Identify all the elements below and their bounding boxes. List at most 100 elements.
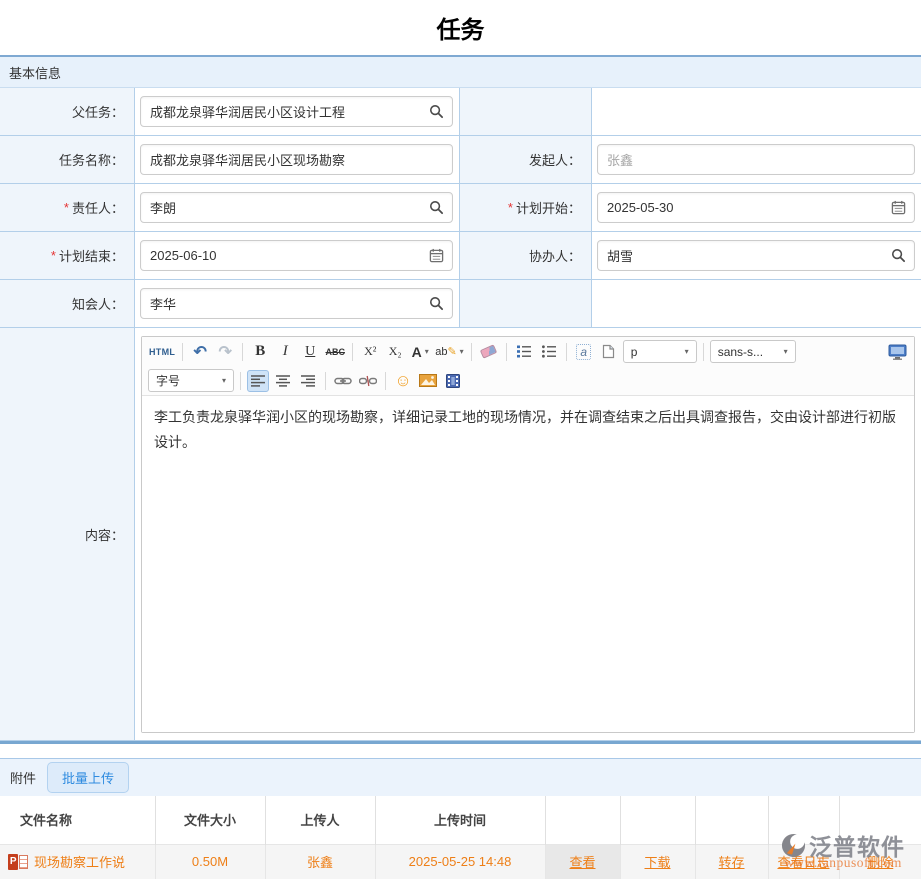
toolbar-separator: [566, 343, 567, 361]
task-name-label: 任务名称：: [0, 136, 135, 184]
ordered-list-icon[interactable]: [513, 341, 535, 363]
search-icon[interactable]: [428, 103, 445, 120]
editor-toolbar-row-1: HTML ↶ ↷ B I U ABC X² X₂ A▾ ab✎▾: [142, 337, 914, 366]
col-file-name: 文件名称: [0, 796, 155, 844]
calendar-icon[interactable]: [890, 199, 907, 216]
insert-image-icon[interactable]: [417, 370, 439, 392]
delete-link[interactable]: 删除: [867, 855, 893, 870]
view-log-link[interactable]: 查看日志: [777, 855, 829, 870]
file-name-cell: P 现场勘察工作说: [0, 844, 155, 879]
col-upload-time: 上传时间: [375, 796, 545, 844]
basic-info-title: 基本信息: [9, 63, 61, 82]
file-size: 0.50M: [155, 844, 265, 879]
chevron-down-icon: ▾: [425, 347, 429, 356]
basic-info-form: 父任务： 任务名称： 发起人：: [0, 88, 921, 744]
view-link[interactable]: 查看: [569, 855, 595, 870]
plan-end-label: * 计划结束：: [0, 232, 135, 280]
fullscreen-monitor-icon[interactable]: [886, 341, 908, 363]
batch-upload-button[interactable]: 批量上传: [47, 762, 129, 793]
plan-start-label: * 计划开始：: [460, 184, 592, 232]
co-organizer-input[interactable]: [597, 240, 915, 271]
undo-icon[interactable]: ↶: [189, 341, 211, 363]
editor-toolbar-row-2: 字号▾: [142, 366, 914, 396]
task-name-input[interactable]: [140, 144, 453, 175]
superscript-button[interactable]: X²: [359, 341, 381, 363]
calendar-icon[interactable]: [428, 247, 445, 264]
toolbar-separator: [240, 372, 241, 390]
toolbar-separator: [506, 343, 507, 361]
col-uploader: 上传人: [265, 796, 375, 844]
plan-start-input[interactable]: [597, 192, 915, 223]
col-action: [545, 796, 620, 844]
remove-format-eraser-icon[interactable]: [478, 341, 500, 363]
attachments-section-header: 附件 批量上传: [0, 758, 921, 796]
search-icon[interactable]: [890, 247, 907, 264]
html-source-button[interactable]: HTML: [148, 341, 176, 363]
bold-button[interactable]: B: [249, 341, 271, 363]
content-label: 内容：: [0, 328, 135, 741]
uploader: 张鑫: [265, 844, 375, 879]
font-color-button[interactable]: A▾: [409, 341, 431, 363]
content-editor-cell: HTML ↶ ↷ B I U ABC X² X₂ A▾ ab✎▾: [135, 328, 921, 741]
editor-content[interactable]: 李工负责龙泉驿华润小区的现场勘察，详细记录工地的现场情况，并在调查结束之后出具调…: [142, 396, 914, 732]
underline-button[interactable]: U: [299, 341, 321, 363]
align-center-icon[interactable]: [272, 370, 294, 392]
subscript-button[interactable]: X₂: [384, 341, 406, 363]
download-link[interactable]: 下载: [644, 855, 670, 870]
align-right-icon[interactable]: [297, 370, 319, 392]
basic-info-section-header: 基本信息: [0, 55, 921, 88]
redo-icon[interactable]: ↷: [214, 341, 236, 363]
link-icon[interactable]: [332, 370, 354, 392]
empty-label-cell: [460, 280, 592, 328]
plan-end-input[interactable]: [140, 240, 453, 271]
attachment-row: P 现场勘察工作说 0.50M 张鑫 2025-05-25 14:48 查看 下…: [0, 844, 921, 879]
strikethrough-button[interactable]: ABC: [324, 341, 346, 363]
chevron-down-icon: ▾: [222, 376, 226, 385]
chevron-down-icon: ▾: [685, 347, 689, 356]
emoticon-icon[interactable]: ☺: [392, 370, 414, 392]
col-action: [695, 796, 768, 844]
attachments-header-row: 文件名称 文件大小 上传人 上传时间: [0, 796, 921, 844]
paragraph-format-select[interactable]: p▾: [623, 340, 697, 363]
parent-task-cell: [135, 88, 460, 136]
view-action-cell: 查看: [545, 844, 620, 879]
search-icon[interactable]: [428, 295, 445, 312]
attachments-table: 文件名称 文件大小 上传人 上传时间 P 现场勘察工作说 0.50M 张鑫 20…: [0, 796, 921, 879]
upload-time: 2025-05-25 14:48: [375, 844, 545, 879]
notified-person-input[interactable]: [140, 288, 453, 319]
search-icon[interactable]: [428, 199, 445, 216]
required-marker: *: [508, 200, 513, 215]
col-file-size: 文件大小: [155, 796, 265, 844]
unordered-list-icon[interactable]: [538, 341, 560, 363]
transfer-link[interactable]: 转存: [718, 855, 744, 870]
task-name-cell: [135, 136, 460, 184]
download-action-cell: 下载: [620, 844, 695, 879]
responsible-input[interactable]: [140, 192, 453, 223]
parent-task-input[interactable]: [140, 96, 453, 127]
col-action: [839, 796, 921, 844]
page-title: 任务: [0, 0, 921, 55]
file-name[interactable]: 现场勘察工作说: [34, 852, 125, 871]
empty-label-cell: [460, 88, 592, 136]
font-size-select[interactable]: 字号▾: [148, 369, 234, 392]
new-page-icon[interactable]: [598, 341, 620, 363]
font-family-select[interactable]: sans-s...▾: [710, 340, 796, 363]
unlink-icon[interactable]: [357, 370, 379, 392]
initiator-label: 发起人：: [460, 136, 592, 184]
highlight-color-button[interactable]: ab✎▾: [434, 341, 464, 363]
initiator-cell: [592, 136, 921, 184]
toolbar-separator: [352, 343, 353, 361]
align-left-icon[interactable]: [247, 370, 269, 392]
notified-person-cell: [135, 280, 460, 328]
plan-start-cell: [592, 184, 921, 232]
task-form-page: 任务 基本信息 父任务： 任务名称： 发起人：: [0, 0, 921, 879]
rich-text-editor: HTML ↶ ↷ B I U ABC X² X₂ A▾ ab✎▾: [141, 336, 915, 733]
anchor-button[interactable]: a: [573, 341, 595, 363]
required-marker: *: [51, 248, 56, 263]
initiator-input: [597, 144, 915, 175]
italic-button[interactable]: I: [274, 341, 296, 363]
responsible-cell: [135, 184, 460, 232]
attachments-title: 附件: [10, 768, 36, 787]
insert-video-icon[interactable]: [442, 370, 464, 392]
powerpoint-file-icon: P: [8, 854, 28, 870]
